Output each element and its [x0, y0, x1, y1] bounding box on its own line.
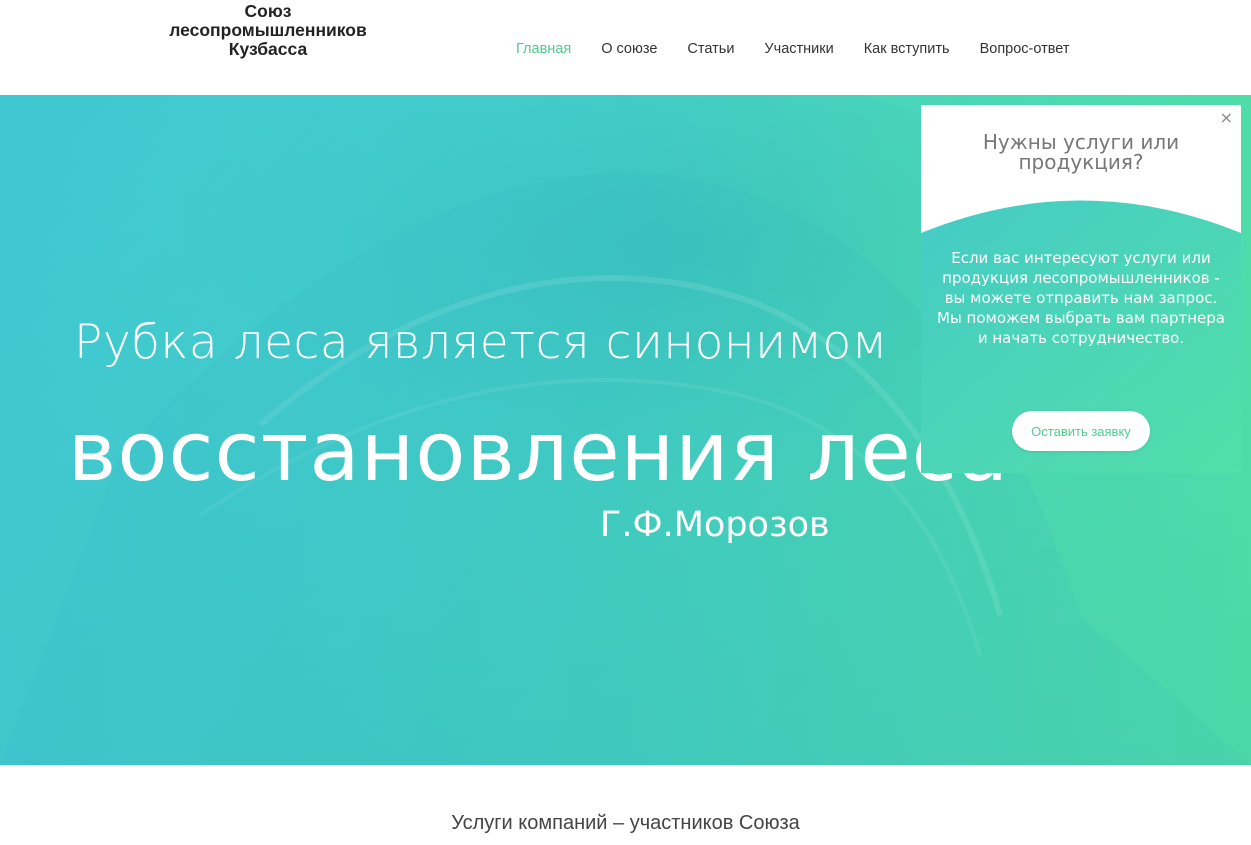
hero-quote-line-1: Рубка леса является синонимом [74, 315, 888, 370]
popup-title: Нужны услуги или продукция? [921, 132, 1241, 172]
nav-item-faq[interactable]: Вопрос-ответ [965, 38, 1085, 60]
main-nav: Главная О союзе Статьи Участники Как вст… [501, 38, 1085, 60]
popup-title-line-2: продукция? [1018, 150, 1144, 174]
leave-request-button[interactable]: Оставить заявку [1012, 411, 1150, 451]
nav-item-members[interactable]: Участники [749, 38, 848, 60]
logo-line-3: Кузбасса [228, 39, 308, 59]
site-logo[interactable]: Союз лесопромышленников Кузбасса [150, 2, 386, 59]
popup-title-line-1: Нужны услуги или [982, 130, 1180, 154]
services-section-title: Услуги компаний – участников Союза [451, 812, 800, 834]
hero-quote-author: Г.Ф.Морозов [600, 505, 830, 545]
nav-item-articles[interactable]: Статьи [672, 38, 749, 60]
nav-item-how-to-join[interactable]: Как вступить [849, 38, 965, 60]
logo-line-2: лесопромышленников [169, 20, 367, 40]
close-icon[interactable]: × [1220, 108, 1233, 128]
popup-description: Если вас интересуют услуги или продукция… [937, 249, 1225, 347]
site-header: Союз лесопромышленников Кузбасса Главная… [0, 0, 1251, 95]
nav-item-home[interactable]: Главная [501, 38, 586, 60]
logo-line-1: Союз [244, 1, 292, 21]
hero-quote-line-2: восстановления леса [68, 405, 1010, 500]
request-popup: × Нужны услуги или продукция? Если вас и… [921, 105, 1241, 473]
nav-item-about[interactable]: О союзе [586, 38, 672, 60]
